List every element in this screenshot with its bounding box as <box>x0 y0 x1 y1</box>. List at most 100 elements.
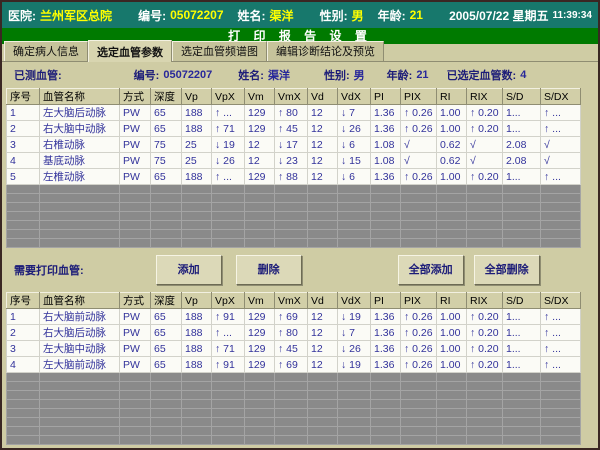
table-cell: 3 <box>7 341 40 357</box>
empty-cell <box>308 400 338 409</box>
empty-cell <box>245 194 275 203</box>
table-cell: 188 <box>182 121 212 137</box>
table-row[interactable]: 1左大脑后动脉PW65188↑ ...129↑ 8012↓ 71.36↑ 0.2… <box>7 105 581 121</box>
empty-cell <box>245 418 275 427</box>
tab-patient-info[interactable]: 确定病人信息 <box>4 41 88 61</box>
empty-cell <box>182 400 212 409</box>
add-all-button[interactable]: 全部添加 <box>398 255 464 285</box>
add-button[interactable]: 添加 <box>156 255 222 285</box>
table-cell: 129 <box>245 325 275 341</box>
table-row[interactable]: 4基底动脉PW7525↓ 2612↓ 2312↓ 151.08√0.62√2.0… <box>7 153 581 169</box>
empty-cell <box>371 212 401 221</box>
column-header: 序号 <box>7 89 40 105</box>
empty-cell <box>308 230 338 239</box>
table-row[interactable]: 2右大脑后动脉PW65188↑ ...129↑ 8012↓ 71.36↑ 0.2… <box>7 325 581 341</box>
empty-cell <box>437 418 467 427</box>
empty-cell <box>120 391 151 400</box>
empty-row <box>7 382 581 391</box>
table-row[interactable]: 3左大脑中动脉PW65188↑ 71129↑ 4512↓ 261.36↑ 0.2… <box>7 341 581 357</box>
empty-cell <box>467 427 503 436</box>
empty-cell <box>182 436 212 445</box>
measured-vessels-label: 已测血管: <box>14 67 62 83</box>
empty-cell <box>120 185 151 194</box>
empty-cell <box>212 221 245 230</box>
empty-cell <box>245 203 275 212</box>
table-cell: 12 <box>308 153 338 169</box>
empty-cell <box>7 418 40 427</box>
table-cell: 1.00 <box>437 325 467 341</box>
empty-cell <box>541 382 581 391</box>
table-cell: 25 <box>182 153 212 169</box>
empty-cell <box>503 221 541 230</box>
table-cell: 1.00 <box>437 169 467 185</box>
empty-cell <box>437 185 467 194</box>
empty-cell <box>401 212 437 221</box>
column-header: RI <box>437 89 467 105</box>
empty-cell <box>245 221 275 230</box>
table-cell: ↑ 0.20 <box>467 309 503 325</box>
empty-cell <box>338 221 371 230</box>
empty-cell <box>245 239 275 248</box>
empty-cell <box>7 409 40 418</box>
table-row[interactable]: 3右椎动脉PW7525↓ 1912↓ 1712↓ 61.08√0.62√2.08… <box>7 137 581 153</box>
table-cell: 5 <box>7 169 40 185</box>
empty-cell <box>245 373 275 382</box>
column-header: 深度 <box>151 89 182 105</box>
table-cell: ↑ 0.20 <box>467 105 503 121</box>
delete-button[interactable]: 删除 <box>236 255 302 285</box>
delete-all-button[interactable]: 全部删除 <box>474 255 540 285</box>
empty-cell <box>245 400 275 409</box>
table-row[interactable]: 2右大脑中动脉PW65188↑ 71129↑ 4512↓ 261.36↑ 0.2… <box>7 121 581 137</box>
empty-cell <box>467 221 503 230</box>
tab-bar: 确定病人信息 选定血管参数 选定血管频谱图 编辑诊断结论及预览 <box>2 44 598 62</box>
empty-cell <box>120 212 151 221</box>
empty-cell <box>503 203 541 212</box>
column-header: S/D <box>503 293 541 309</box>
empty-cell <box>40 400 120 409</box>
empty-cell <box>7 427 40 436</box>
empty-cell <box>7 212 40 221</box>
empty-cell <box>182 203 212 212</box>
table-cell: 12 <box>308 169 338 185</box>
table-row[interactable]: 4左大脑前动脉PW65188↑ 91129↑ 6912↓ 191.36↑ 0.2… <box>7 357 581 373</box>
table-cell: ↑ 0.20 <box>467 357 503 373</box>
empty-cell <box>120 203 151 212</box>
empty-cell <box>151 382 182 391</box>
empty-cell <box>541 230 581 239</box>
table-cell: 1.00 <box>437 357 467 373</box>
empty-cell <box>467 203 503 212</box>
tab-vessel-parameters[interactable]: 选定血管参数 <box>88 40 172 62</box>
table-cell: ↑ 91 <box>212 309 245 325</box>
table-cell: 2 <box>7 325 40 341</box>
table-cell: 1.36 <box>371 325 401 341</box>
empty-cell <box>503 427 541 436</box>
table-cell: 188 <box>182 357 212 373</box>
empty-cell <box>371 436 401 445</box>
table-cell: PW <box>120 309 151 325</box>
empty-row <box>7 203 581 212</box>
empty-cell <box>308 203 338 212</box>
tab-vessel-spectrum[interactable]: 选定血管频谱图 <box>172 41 267 61</box>
column-header: 方式 <box>120 293 151 309</box>
table-row[interactable]: 5左椎动脉PW65188↑ ...129↑ 8812↓ 61.36↑ 0.261… <box>7 169 581 185</box>
empty-cell <box>182 194 212 203</box>
tab-edit-diagnosis-preview[interactable]: 编辑诊断结论及预览 <box>267 41 384 61</box>
empty-row <box>7 212 581 221</box>
table-cell: 65 <box>151 169 182 185</box>
table-cell: 65 <box>151 357 182 373</box>
table-cell: ↓ 7 <box>338 325 371 341</box>
empty-row <box>7 230 581 239</box>
table-cell: ↓ 7 <box>338 105 371 121</box>
table-cell: ↓ 26 <box>338 341 371 357</box>
table-cell: ↑ 0.20 <box>467 325 503 341</box>
empty-cell <box>401 409 437 418</box>
table-row[interactable]: 1右大脑前动脉PW65188↑ 91129↑ 6912↓ 191.36↑ 0.2… <box>7 309 581 325</box>
empty-cell <box>467 373 503 382</box>
empty-cell <box>467 436 503 445</box>
empty-cell <box>541 203 581 212</box>
empty-cell <box>120 230 151 239</box>
empty-cell <box>182 382 212 391</box>
empty-cell <box>7 382 40 391</box>
table-cell: 左大脑前动脉 <box>40 357 120 373</box>
empty-cell <box>503 185 541 194</box>
